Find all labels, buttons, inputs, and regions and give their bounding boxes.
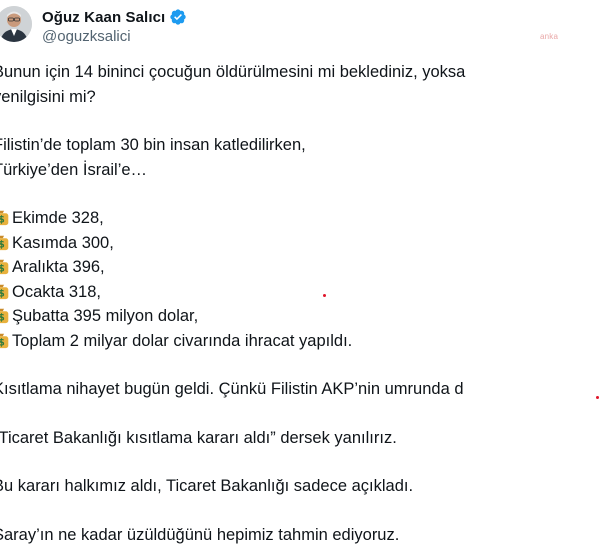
tweet-line: Türkiye’den İsrail’e… xyxy=(0,160,148,179)
export-item: $ Aralıkta 396, xyxy=(0,255,493,280)
tweet-line: Bu kararı halkımız aldı, Ticaret Bakanlı… xyxy=(0,477,414,495)
svg-text:$: $ xyxy=(0,337,5,348)
export-item-text: Ocakta 318, xyxy=(12,282,101,301)
tweet-line: Saray’ın ne kadar üzüldüğünü hepimiz tah… xyxy=(0,525,400,544)
tweet-line: Kısıtlama nihayet bugün geldi. Çünkü Fil… xyxy=(0,380,464,398)
red-dot-marker xyxy=(323,294,326,297)
export-item: $ Toplam 2 milyar dolar civarında ihraca… xyxy=(0,329,493,354)
watermark: anka xyxy=(540,32,559,41)
export-item-text: Ekimde 328, xyxy=(12,209,104,227)
red-dot-marker xyxy=(596,396,599,399)
svg-text:$: $ xyxy=(0,215,5,226)
verified-badge-icon xyxy=(170,9,186,25)
svg-text:$: $ xyxy=(0,239,5,250)
export-item: $ Şubatta 395 milyon dolar, xyxy=(0,304,493,329)
money-bag-icon: $ xyxy=(0,210,9,226)
money-bag-icon: $ xyxy=(0,235,9,250)
svg-text:$: $ xyxy=(0,288,5,299)
export-item-text: Şubatta 395 milyon dolar, xyxy=(12,307,199,325)
export-item: $ Kasımda 300, xyxy=(0,231,493,256)
tweet-line: yenilgisini mi? xyxy=(0,87,96,106)
avatar[interactable] xyxy=(0,6,32,42)
display-name[interactable]: Oğuz Kaan Salıcı xyxy=(42,9,165,26)
tweet-text: Bunun için 14 bininci çocuğun öldürülmes… xyxy=(0,60,493,547)
tweet-line: Bunun için 14 bininci çocuğun öldürülmes… xyxy=(0,63,466,81)
tweet-header: Oğuz Kaan Salıcı @oguzksalici anka xyxy=(0,0,600,56)
export-item-text: Toplam 2 milyar dolar civarında ihracat … xyxy=(12,331,353,350)
money-bag-icon: $ xyxy=(0,259,9,275)
user-handle[interactable]: @oguzksalici xyxy=(42,28,131,45)
avatar-image xyxy=(0,6,32,42)
export-item: $ Ocakta 318, xyxy=(0,280,493,305)
money-bag-icon: $ xyxy=(0,308,9,324)
money-bag-icon: $ xyxy=(0,284,9,299)
tweet-line: “Ticaret Bakanlığı kısıtlama kararı aldı… xyxy=(0,428,397,447)
svg-text:$: $ xyxy=(0,264,5,275)
export-item-text: Aralıkta 396, xyxy=(12,258,105,276)
svg-text:$: $ xyxy=(0,313,5,324)
money-bag-icon: $ xyxy=(0,333,9,348)
export-item-text: Kasımda 300, xyxy=(12,233,114,252)
export-item: $ Ekimde 328, xyxy=(0,206,493,231)
tweet-line: Filistin’de toplam 30 bin insan katledil… xyxy=(0,136,306,154)
name-row: Oğuz Kaan Salıcı xyxy=(42,7,187,27)
